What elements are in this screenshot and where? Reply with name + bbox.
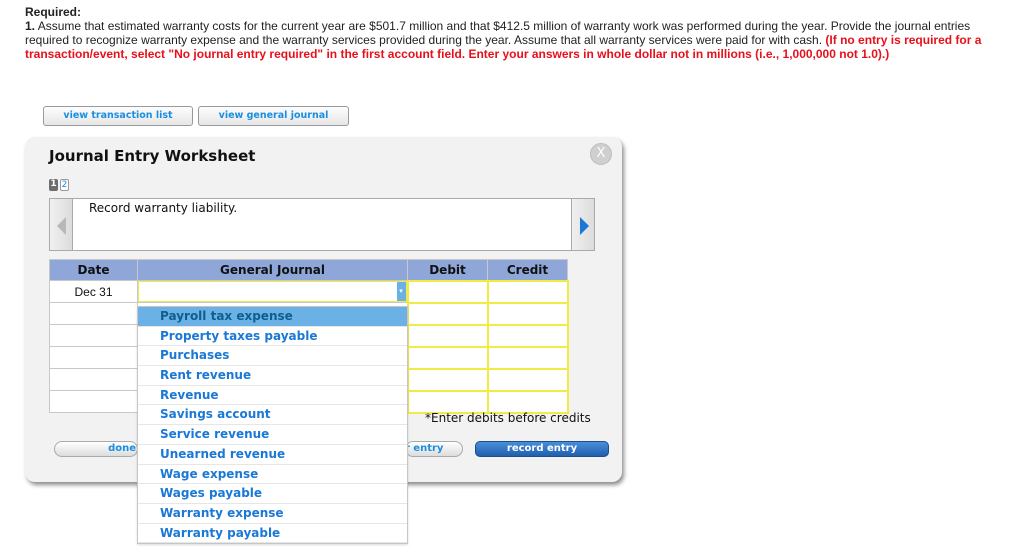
dropdown-option[interactable]: Wages payable <box>138 484 407 504</box>
debit-input[interactable] <box>406 323 489 348</box>
debit-input[interactable] <box>406 389 489 414</box>
credit-input[interactable] <box>486 345 569 370</box>
credit-input[interactable] <box>486 367 569 392</box>
previous-transaction-button[interactable] <box>49 198 73 251</box>
arrow-right-icon <box>580 217 589 235</box>
view-general-journal-button[interactable]: view general journal <box>198 106 349 126</box>
date-cell[interactable] <box>49 368 138 391</box>
debit-input[interactable] <box>406 301 489 326</box>
credit-input[interactable] <box>486 279 569 304</box>
next-transaction-button[interactable] <box>571 198 595 251</box>
question-number: 1. <box>25 19 36 33</box>
required-instructions: Required: 1. Assume that estimated warra… <box>25 5 1015 61</box>
close-icon[interactable]: X <box>590 143 612 165</box>
page-tab-2[interactable]: 2 <box>60 179 69 191</box>
column-header-debit: Debit <box>407 259 488 281</box>
dropdown-option[interactable]: Savings account <box>138 405 407 426</box>
credit-input[interactable] <box>486 301 569 326</box>
view-transaction-list-button[interactable]: view transaction list <box>43 106 193 126</box>
account-select-box[interactable]: ▾ <box>138 281 407 302</box>
page-tab-1[interactable]: 1 <box>49 179 58 191</box>
dropdown-option[interactable]: Purchases <box>138 346 407 367</box>
table-row: Dec 31 ▾ <box>49 279 569 304</box>
dropdown-option[interactable]: Property taxes payable <box>138 327 407 347</box>
clear-entry-button[interactable]: clear entry <box>405 441 463 457</box>
debits-before-credits-hint: *Enter debits before credits <box>425 411 591 425</box>
dropdown-option[interactable]: Service revenue <box>138 425 407 445</box>
date-cell[interactable]: Dec 31 <box>49 280 138 303</box>
account-dropdown-list[interactable]: Payroll tax expense Property taxes payab… <box>137 306 408 544</box>
worksheet-title: Journal Entry Worksheet <box>49 147 256 165</box>
dropdown-option[interactable]: Payroll tax expense <box>138 307 407 327</box>
dropdown-option[interactable]: Wage expense <box>138 465 407 485</box>
record-entry-button[interactable]: record entry <box>475 441 609 457</box>
dropdown-option[interactable]: Revenue <box>138 386 407 406</box>
table-header-row: Date General Journal Debit Credit <box>49 259 568 281</box>
debit-input[interactable] <box>406 279 489 304</box>
credit-input[interactable] <box>486 389 569 414</box>
column-header-date: Date <box>49 259 138 281</box>
date-cell[interactable] <box>49 302 138 325</box>
account-select[interactable]: ▾ <box>137 280 408 303</box>
transaction-description: Record warranty liability. <box>89 201 238 215</box>
dropdown-option[interactable]: Rent revenue <box>138 366 407 386</box>
date-cell[interactable] <box>49 346 138 369</box>
required-text: 1. Assume that estimated warranty costs … <box>25 19 1015 61</box>
arrow-left-icon <box>57 217 66 235</box>
chevron-down-icon[interactable]: ▾ <box>396 282 406 301</box>
credit-input[interactable] <box>486 323 569 348</box>
done-button[interactable]: done <box>54 441 138 457</box>
dropdown-option[interactable]: Warranty expense <box>138 504 407 524</box>
date-cell[interactable] <box>49 324 138 347</box>
date-cell[interactable] <box>49 390 138 413</box>
debit-input[interactable] <box>406 345 489 370</box>
dropdown-option[interactable]: Unearned revenue <box>138 445 407 465</box>
column-header-general-journal: General Journal <box>137 259 408 281</box>
column-header-credit: Credit <box>487 259 568 281</box>
debit-input[interactable] <box>406 367 489 392</box>
page-tabs: 1 2 <box>49 179 69 191</box>
dropdown-option[interactable]: Warranty payable <box>138 524 407 544</box>
required-title: Required: <box>25 5 82 19</box>
